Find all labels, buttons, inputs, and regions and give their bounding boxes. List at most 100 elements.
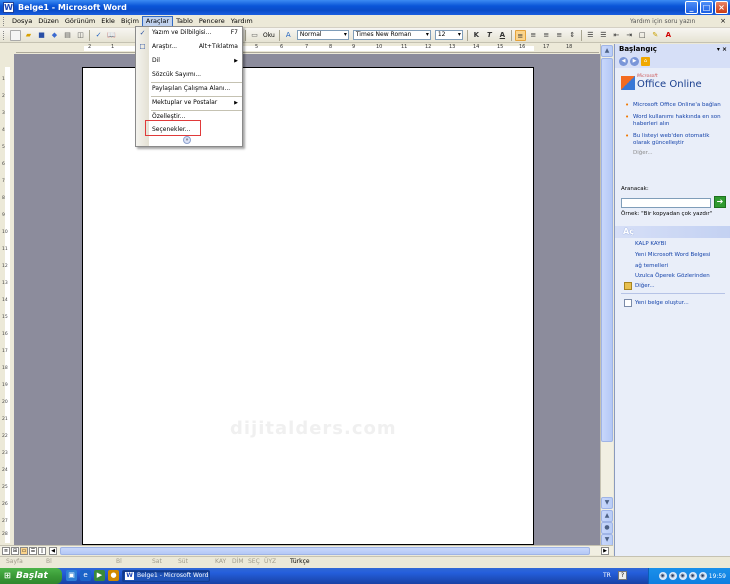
clock[interactable]: 19:59 xyxy=(709,573,726,580)
italic-button[interactable]: T xyxy=(484,30,495,41)
justify-icon[interactable]: ≡ xyxy=(554,30,565,41)
increase-indent-icon[interactable]: ⇥ xyxy=(624,30,635,41)
read-mode-icon[interactable]: ▭ xyxy=(249,30,260,41)
recent-doc-2[interactable]: Yeni Microsoft Word Belgesi xyxy=(635,252,710,258)
highlight-icon[interactable]: ✎ xyxy=(650,30,661,41)
media-player-icon[interactable]: ▶ xyxy=(94,570,105,581)
print-icon[interactable]: ▤ xyxy=(62,30,73,41)
link-connect[interactable]: • Microsoft Office Online'a bağlan xyxy=(623,102,727,109)
update-tray-icon[interactable]: ◉ xyxy=(688,572,697,580)
menu-duzen[interactable]: Düzen xyxy=(35,16,62,27)
read-button[interactable]: Oku xyxy=(263,32,275,39)
security-tray-icon[interactable]: ◉ xyxy=(678,572,687,580)
scroll-thumb[interactable] xyxy=(601,58,613,442)
search-go-button[interactable]: ➔ xyxy=(714,196,726,208)
new-document-link[interactable]: Yeni belge oluştur... xyxy=(635,300,689,306)
messenger-icon[interactable]: ● xyxy=(108,570,119,581)
menu-item-shared-workspace[interactable]: Paylaşılan Çalışma Alanı... xyxy=(152,83,242,95)
maximize-button[interactable]: □ xyxy=(700,1,713,14)
help-search-input[interactable]: Yardım için soru yazın xyxy=(630,17,700,26)
recent-doc-4[interactable]: Uzulca Öperek Gözlerinden xyxy=(635,273,710,279)
vertical-ruler[interactable]: 1 2 3 4 5 6 7 8 9 10 11 12 13 14 15 16 1… xyxy=(2,53,12,543)
menu-bicim[interactable]: Biçim xyxy=(118,16,142,27)
menu-yardim[interactable]: Yardım xyxy=(228,16,256,27)
numbering-icon[interactable]: ☰ xyxy=(585,30,596,41)
network-tray-icon[interactable]: ◉ xyxy=(658,572,667,580)
document-close-icon[interactable]: × xyxy=(720,17,726,25)
status-rec[interactable]: KAY xyxy=(215,558,226,565)
align-right-icon[interactable]: ≡ xyxy=(541,30,552,41)
horizontal-ruler[interactable]: 2 1 1 2 3 4 5 6 7 8 9 10 11 12 13 14 15 … xyxy=(16,44,599,53)
browse-object-icon[interactable]: ● xyxy=(601,522,613,534)
internet-explorer-icon[interactable]: e xyxy=(80,570,91,581)
status-ovr[interactable]: ÜYZ xyxy=(264,558,276,565)
volume-tray-icon[interactable]: ◉ xyxy=(668,572,677,580)
menu-pencere[interactable]: Pencere xyxy=(196,16,228,27)
print-layout-icon[interactable]: ▭ xyxy=(20,547,28,555)
close-button[interactable]: × xyxy=(715,1,728,14)
previous-page-icon[interactable]: ▲ xyxy=(601,510,613,522)
line-spacing-icon[interactable]: ⇕ xyxy=(567,30,578,41)
scroll-up-icon[interactable]: ▲ xyxy=(601,45,613,57)
save-icon[interactable]: ■ xyxy=(36,30,47,41)
menu-item-word-count[interactable]: Sözcük Sayımı... xyxy=(152,69,242,81)
antivirus-tray-icon[interactable]: ◉ xyxy=(698,572,707,580)
menu-item-spelling[interactable]: Yazım ve Dilbilgisi... F7 xyxy=(152,27,242,39)
menu-item-language[interactable]: Dil ▶ xyxy=(152,55,242,67)
scroll-down-icon[interactable]: ▼ xyxy=(601,497,613,509)
align-left-icon[interactable]: ≡ xyxy=(514,29,526,41)
reading-view-icon[interactable]: ▯ xyxy=(38,547,46,555)
decrease-indent-icon[interactable]: ⇤ xyxy=(611,30,622,41)
menu-item-letters-mailings[interactable]: Mektuplar ve Postalar ▶ xyxy=(152,97,242,109)
link-news[interactable]: • Word kullanımı hakkında en son haberler… xyxy=(623,114,727,128)
font-combo[interactable]: Times New Roman xyxy=(352,30,431,40)
borders-icon[interactable]: □ xyxy=(637,30,648,41)
menu-tablo[interactable]: Tablo xyxy=(173,16,196,27)
style-combo[interactable]: Normal xyxy=(296,30,349,40)
outline-view-icon[interactable]: ☰ xyxy=(29,547,37,555)
permission-icon[interactable]: ◆ xyxy=(49,30,60,41)
task-pane-close-icon[interactable]: ▾ × xyxy=(717,44,727,55)
taskbar-word-button[interactable]: W Belge1 - Microsoft Word xyxy=(122,570,210,582)
open-more-link[interactable]: Diğer... xyxy=(635,283,655,289)
spelling-icon[interactable]: ✓ xyxy=(93,30,104,41)
menu-gorunum[interactable]: Görünüm xyxy=(62,16,98,27)
underline-button[interactable]: A xyxy=(497,30,508,41)
recent-doc-1[interactable]: KALP KAYBI xyxy=(635,241,666,247)
normal-view-icon[interactable]: ≡ xyxy=(2,547,10,555)
research-icon[interactable]: 📖 xyxy=(106,30,117,41)
recent-doc-3[interactable]: ağ temelleri xyxy=(635,263,668,269)
link-auto-update[interactable]: • Bu listeyi web'den otomatik olarak günc… xyxy=(623,133,727,147)
menu-araclar[interactable]: Araçlar xyxy=(141,15,174,27)
forward-icon[interactable]: ▶ xyxy=(630,57,639,66)
help-tray-icon[interactable]: ? xyxy=(618,571,627,580)
menubar-grip[interactable] xyxy=(3,16,6,26)
scroll-right-icon[interactable]: ▶ xyxy=(601,547,609,555)
status-trk[interactable]: DİM xyxy=(232,558,244,565)
language-indicator[interactable]: TR xyxy=(603,572,611,579)
align-center-icon[interactable]: ≡ xyxy=(528,30,539,41)
expand-menu-icon[interactable]: » xyxy=(183,136,191,144)
start-button[interactable]: ⊞ Başlat xyxy=(0,568,62,584)
search-input[interactable] xyxy=(621,198,711,208)
menu-ekle[interactable]: Ekle xyxy=(98,16,118,27)
word-app-icon[interactable]: W xyxy=(3,2,14,13)
new-document-icon[interactable] xyxy=(10,29,21,41)
styles-icon[interactable]: A xyxy=(283,30,294,41)
horizontal-scrollbar[interactable]: ≡ ⊞ ▭ ☰ ▯ ◀ ▶ xyxy=(0,545,613,555)
print-preview-icon[interactable]: ◫ xyxy=(75,30,86,41)
menu-item-research[interactable]: Araştır... Alt+Tıklatma xyxy=(152,41,242,53)
horizontal-scroll-thumb[interactable] xyxy=(60,547,590,555)
show-desktop-icon[interactable]: ▣ xyxy=(66,570,77,581)
bullets-icon[interactable]: ☰ xyxy=(598,30,609,41)
open-folder-icon[interactable]: ▰ xyxy=(23,30,34,41)
toolbar-grip[interactable] xyxy=(3,30,6,40)
scroll-left-icon[interactable]: ◀ xyxy=(49,547,57,555)
menu-dosya[interactable]: Dosya xyxy=(9,16,35,27)
web-view-icon[interactable]: ⊞ xyxy=(11,547,19,555)
font-size-combo[interactable]: 12 xyxy=(434,30,463,40)
font-color-icon[interactable]: A xyxy=(663,30,674,41)
vertical-scrollbar[interactable]: ▲ ▼ ▲ ● ▼ xyxy=(600,44,613,546)
status-ext[interactable]: SEÇ xyxy=(248,558,260,565)
minimize-button[interactable]: _ xyxy=(685,1,698,14)
